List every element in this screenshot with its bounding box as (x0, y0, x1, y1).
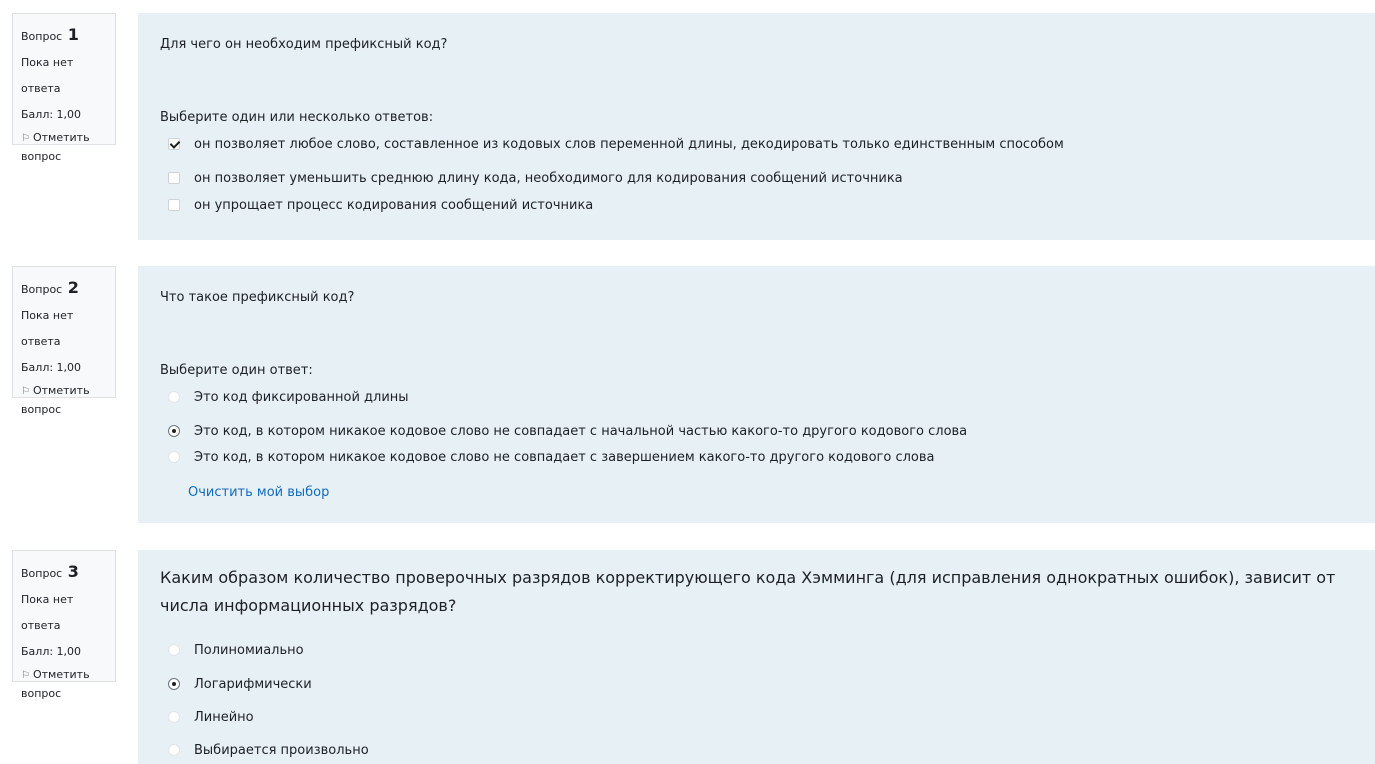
flag-icon: ⚐ (21, 133, 30, 144)
question-mark: Балл: 1,00 (21, 361, 82, 374)
answer-option[interactable]: он упрощает процесс кодирования сообщени… (168, 196, 593, 214)
clear-choice-link[interactable]: Очистить мой выбор (188, 485, 329, 500)
question-status: Пока нет ответа (21, 593, 74, 632)
answer-option[interactable]: он позволяет любое слово, составленное и… (168, 135, 1064, 153)
answer-option[interactable]: Логарифмически (168, 675, 312, 693)
question-text: Для чего он необходим префиксный код? (160, 37, 448, 52)
checkbox[interactable] (168, 172, 180, 184)
checkbox[interactable] (168, 199, 180, 211)
question-number: Вопрос 3 (21, 562, 79, 581)
radio-button[interactable] (168, 744, 180, 756)
answer-option[interactable]: Это код, в котором никакое кодовое слово… (168, 422, 967, 440)
question-info-1: Вопрос 1 Пока нет ответа Балл: 1,00 ⚐ Отм… (12, 13, 116, 163)
question-text: Каким образом количество проверочных раз… (160, 568, 1336, 615)
question-info-3: Вопрос 3 Пока нет ответа Балл: 1,00 ⚐ Отм… (12, 550, 116, 700)
question-content-2: Что такое префиксный код? Выберите один … (138, 266, 1375, 523)
radio-button-selected[interactable] (168, 425, 180, 437)
radio-button[interactable] (168, 711, 180, 723)
answer-option[interactable]: Это код фиксированной длины (168, 388, 409, 406)
checkbox-checked[interactable] (168, 138, 180, 150)
radio-button[interactable] (168, 391, 180, 403)
question-text: Что такое префиксный код? (160, 290, 355, 305)
question-info-2: Вопрос 2 Пока нет ответа Балл: 1,00 ⚐ Отм… (12, 266, 116, 416)
question-content-3: Каким образом количество проверочных раз… (138, 550, 1375, 764)
question-mark: Балл: 1,00 (21, 108, 82, 121)
flag-question-link[interactable]: ⚐ Отметить вопрос (21, 666, 115, 703)
answer-prompt: Выберите один или несколько ответов: (160, 110, 434, 125)
question-status: Пока нет ответа (21, 56, 74, 95)
flag-question-link[interactable]: ⚐ Отметить вопрос (21, 382, 115, 419)
answer-option[interactable]: он позволяет уменьшить среднюю длину код… (168, 169, 903, 187)
radio-button[interactable] (168, 451, 180, 463)
answer-option[interactable]: Полиномиально (168, 641, 304, 659)
flag-question-link[interactable]: ⚐ Отметить вопрос (21, 129, 115, 166)
answer-option[interactable]: Линейно (168, 708, 254, 726)
question-status: Пока нет ответа (21, 309, 74, 348)
flag-icon: ⚐ (21, 670, 30, 681)
question-number: Вопрос 2 (21, 278, 79, 297)
question-content-1: Для чего он необходим префиксный код? Вы… (138, 13, 1375, 240)
radio-button[interactable] (168, 644, 180, 656)
question-mark: Балл: 1,00 (21, 645, 82, 658)
answer-option[interactable]: Это код, в котором никакое кодовое слово… (168, 448, 935, 466)
radio-button-selected[interactable] (168, 678, 180, 690)
answer-option[interactable]: Выбирается произвольно (168, 741, 369, 759)
question-number: Вопрос 1 (21, 25, 79, 44)
answer-prompt: Выберите один ответ: (160, 363, 313, 378)
flag-icon: ⚐ (21, 386, 30, 397)
